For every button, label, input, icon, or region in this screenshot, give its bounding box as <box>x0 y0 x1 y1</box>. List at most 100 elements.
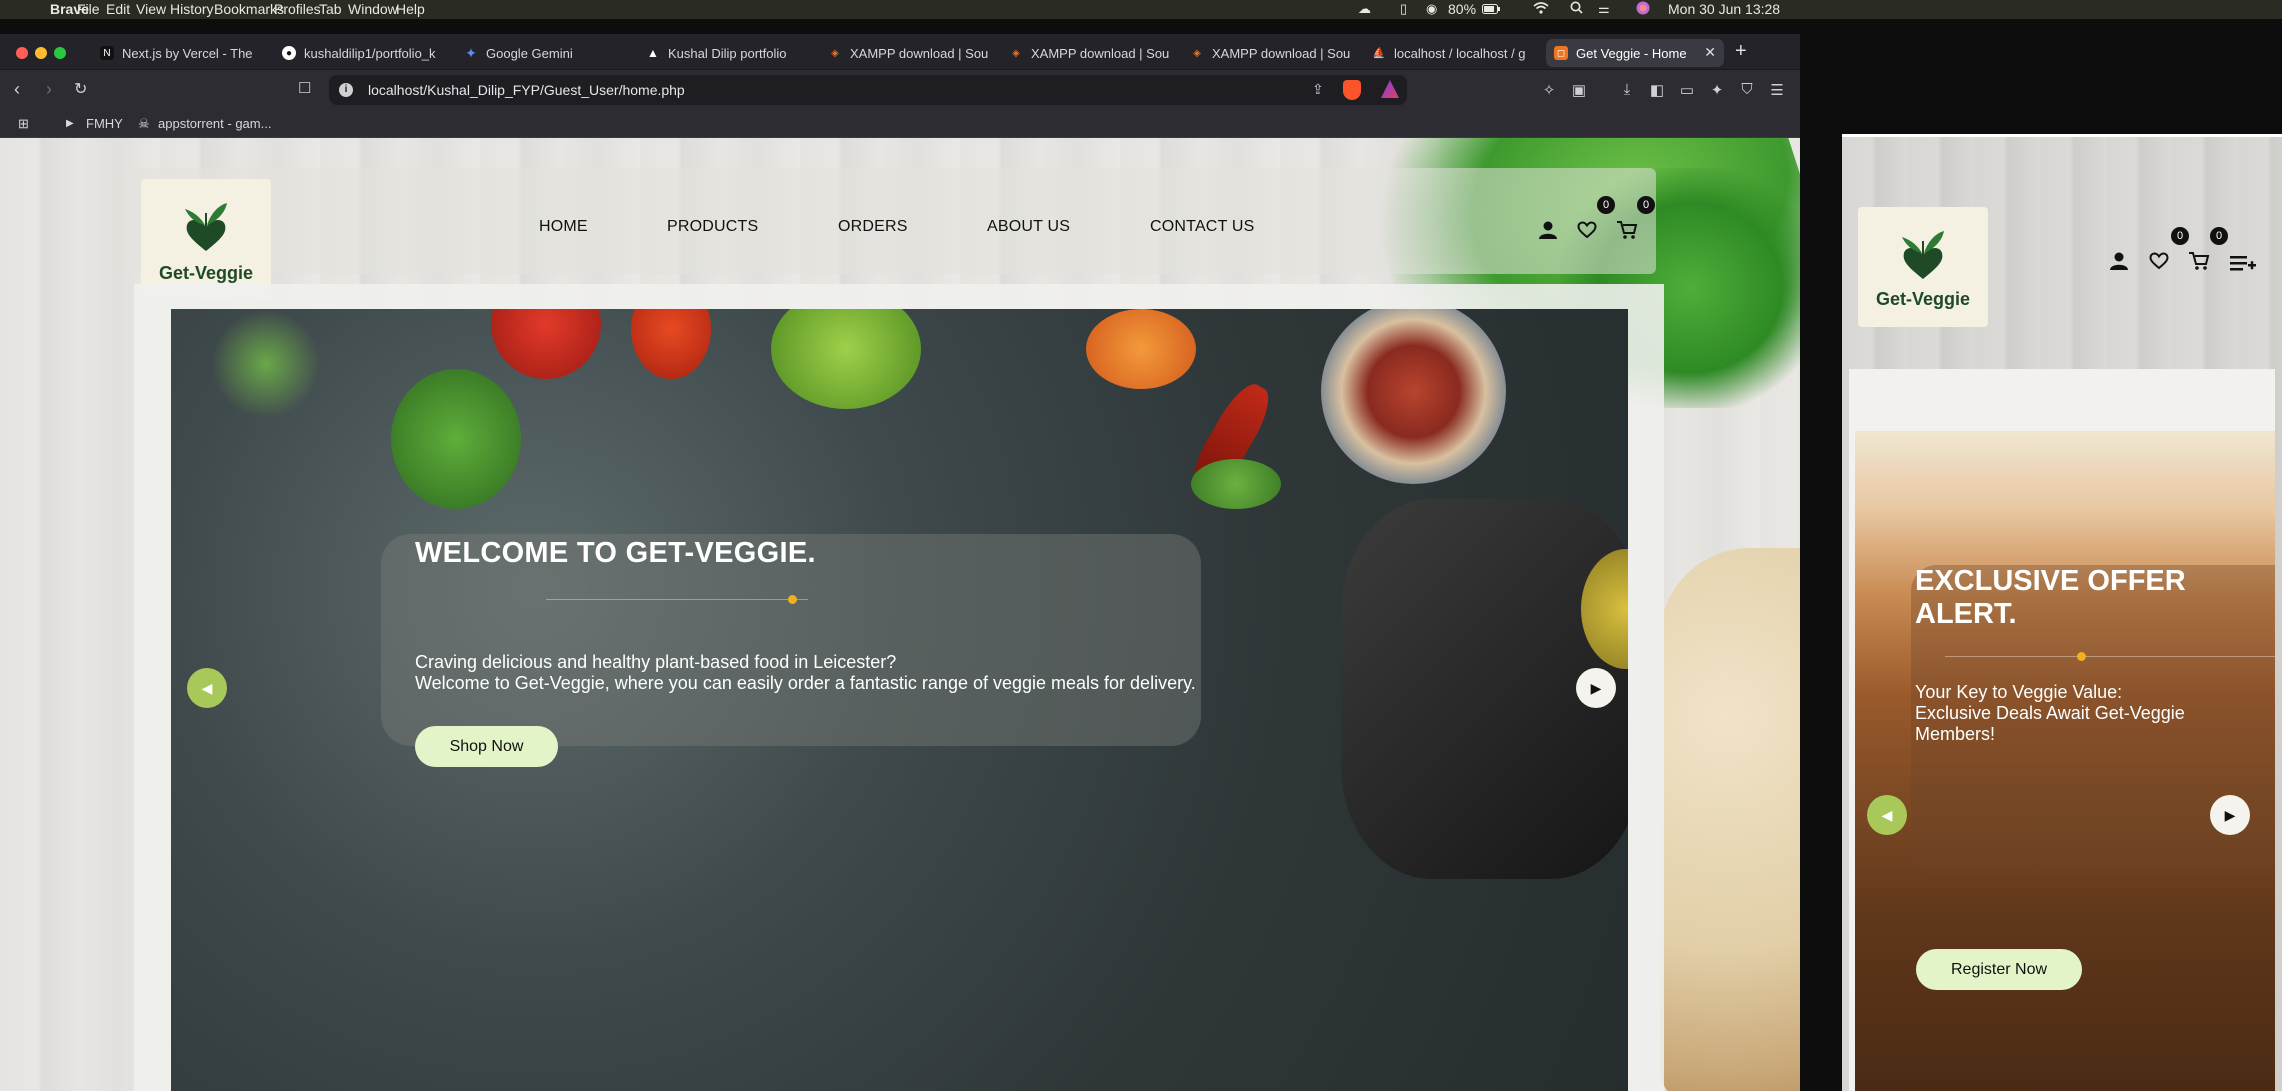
close-tab-icon[interactable]: ✕ <box>1704 44 1716 61</box>
menu-help[interactable]: Help <box>396 1 425 17</box>
tab-title: XAMPP download | Sou <box>1212 45 1351 61</box>
tab-get-veggie[interactable]: ◻ Get Veggie - Home ✕ <box>1546 39 1724 67</box>
onepassword-icon[interactable]: ◉ <box>1426 1 1437 17</box>
heart-leaf-icon <box>1902 231 1944 279</box>
mobile-hero-slide: EXCLUSIVE OFFER ALERT. Your Key to Veggi… <box>1855 431 2275 1091</box>
nav-about-us[interactable]: ABOUT US <box>987 218 1070 236</box>
appstorrent-icon: ☠ <box>138 116 150 131</box>
siri-icon[interactable] <box>1636 1 1650 18</box>
cart-icon[interactable] <box>1616 220 1638 240</box>
vpn-icon[interactable]: ⛉ <box>1738 81 1756 99</box>
cart-count-badge: 0 <box>2210 227 2228 245</box>
wifi-icon[interactable] <box>1533 1 1549 17</box>
battery-icon[interactable] <box>1482 1 1500 17</box>
mobile-hero-title-line-2: ALERT. <box>1915 598 2017 630</box>
menu-profiles[interactable]: Profiles <box>274 1 321 17</box>
wishlist-heart-icon[interactable] <box>2149 252 2169 270</box>
control-center-icon[interactable]: ⚌ <box>1598 1 1610 17</box>
menubar-datetime: Mon 30 Jun 13:28 <box>1668 1 1781 17</box>
vercel-icon: ▲ <box>647 46 659 60</box>
nav-products[interactable]: PRODUCTS <box>667 218 758 236</box>
forward-icon[interactable]: › <box>46 79 52 100</box>
menu-history[interactable]: History <box>170 1 214 17</box>
mobile-next-slide-button[interactable]: ▶ <box>2210 795 2250 835</box>
tab-xampp-3[interactable]: ◈ XAMPP download | Sou <box>1182 39 1354 67</box>
tab-xampp-1[interactable]: ◈ XAMPP download | Sou <box>820 39 992 67</box>
bookmark-icon[interactable]: ☐ <box>298 79 311 97</box>
hero-description: Craving delicious and healthy plant-base… <box>415 652 1196 694</box>
user-icon[interactable] <box>2109 251 2129 271</box>
share-icon[interactable]: ⇪ <box>1312 81 1324 98</box>
next-slide-button[interactable]: ▶ <box>1576 668 1616 708</box>
wishlist-heart-icon[interactable] <box>1577 221 1597 239</box>
menu-icon[interactable]: ☰ <box>1768 81 1786 99</box>
shop-now-button[interactable]: Shop Now <box>415 726 558 767</box>
url-text: localhost/Kushal_Dilip_FYP/Guest_User/ho… <box>368 82 685 98</box>
phone-icon[interactable]: ▯ <box>1400 1 1407 17</box>
bookmark-fmhy[interactable]: FMHY <box>86 116 123 131</box>
lettuce-image <box>771 309 921 409</box>
wallet-icon[interactable]: ▭ <box>1678 81 1696 99</box>
tab-title: Get Veggie - Home <box>1576 45 1687 61</box>
tab-nextjs[interactable]: N Next.js by Vercel - The <box>92 39 264 67</box>
cart-icon[interactable] <box>2188 251 2210 271</box>
back-icon[interactable]: ‹ <box>14 79 20 100</box>
apps-grid-icon[interactable]: ⊞ <box>18 116 29 132</box>
mobile-hero-line-2: Exclusive Deals Await Get-Veggie <box>1915 703 2185 723</box>
zoom-window-button[interactable] <box>54 47 66 59</box>
minimize-window-button[interactable] <box>35 47 47 59</box>
nav-contact-us[interactable]: CONTACT US <box>1150 218 1255 236</box>
tab-title: kushaldilip1/portfolio_k <box>304 45 436 61</box>
tab-phpmyadmin[interactable]: ⛵ localhost / localhost / g <box>1364 39 1536 67</box>
leaf-image <box>1191 459 1281 509</box>
nav-home[interactable]: HOME <box>539 218 588 236</box>
tab-portfolio[interactable]: ▲ Kushal Dilip portfolio <box>638 39 810 67</box>
hero-divider-dot <box>788 595 797 604</box>
decorative-bread <box>1660 548 1800 1091</box>
screenshot-icon[interactable]: ▣ <box>1570 81 1588 99</box>
downloads-icon[interactable]: ⤓ <box>1618 81 1636 99</box>
new-tab-icon[interactable]: + <box>1735 40 1747 63</box>
mobile-hero-line-1: Your Key to Veggie Value: <box>1915 682 2123 702</box>
tab-xampp-2[interactable]: ◈ XAMPP download | Sou <box>1001 39 1173 67</box>
hero-title: WELCOME TO GET-VEGGIE. <box>415 537 816 569</box>
mobile-prev-slide-button[interactable]: ◀ <box>1867 795 1907 835</box>
site-header: Get-Veggie HOME PRODUCTS ORDERS ABOUT US… <box>126 168 1656 299</box>
site-logo[interactable]: Get-Veggie <box>141 179 271 299</box>
cloud-icon[interactable]: ☁ <box>1358 1 1371 17</box>
nextjs-icon: N <box>100 46 114 60</box>
menu-window[interactable]: Window <box>348 1 398 17</box>
reload-icon[interactable]: ↻ <box>74 79 87 99</box>
menu-tab[interactable]: Tab <box>319 1 342 17</box>
bookmarks-bar: ⊞ ▶ FMHY ☠ appstorrent - gam... <box>0 110 1800 138</box>
menu-toggle-icon[interactable] <box>2230 253 2256 273</box>
basil-image <box>211 309 321 419</box>
mobile-brand-name: Get-Veggie <box>1875 289 1971 309</box>
address-bar[interactable]: i localhost/Kushal_Dilip_FYP/Guest_User/… <box>329 75 1407 105</box>
menu-edit[interactable]: Edit <box>106 1 130 17</box>
tab-title: Google Gemini <box>486 45 573 61</box>
extensions-icon[interactable]: ✧ <box>1540 81 1558 99</box>
menu-view[interactable]: View <box>136 1 166 17</box>
tab-bar: N Next.js by Vercel - The ● kushaldilip1… <box>0 34 1800 70</box>
close-window-button[interactable] <box>16 47 28 59</box>
spinach-image <box>391 369 521 509</box>
register-now-button[interactable]: Register Now <box>1916 949 2082 990</box>
brave-shields-icon[interactable] <box>1343 80 1361 100</box>
mobile-hero-divider <box>1945 656 2275 657</box>
menu-file[interactable]: File <box>77 1 100 17</box>
site-info-icon[interactable]: i <box>339 83 353 97</box>
mobile-site-logo[interactable]: Get-Veggie <box>1858 207 1988 327</box>
peppercorn-bowl-image <box>1321 309 1506 484</box>
brave-rewards-icon[interactable] <box>1381 80 1399 98</box>
search-icon[interactable] <box>1570 1 1583 17</box>
bookmark-appstorrent[interactable]: appstorrent - gam... <box>158 116 271 131</box>
user-icon[interactable] <box>1538 220 1558 240</box>
leo-ai-icon[interactable]: ✦ <box>1708 81 1726 99</box>
tab-gemini[interactable]: ✦ Google Gemini <box>456 39 628 67</box>
nav-orders[interactable]: ORDERS <box>838 218 908 236</box>
sidebar-icon[interactable]: ◧ <box>1648 81 1666 99</box>
tab-github[interactable]: ● kushaldilip1/portfolio_k <box>274 39 446 67</box>
pepper-image <box>631 309 711 379</box>
prev-slide-button[interactable]: ◀ <box>187 668 227 708</box>
